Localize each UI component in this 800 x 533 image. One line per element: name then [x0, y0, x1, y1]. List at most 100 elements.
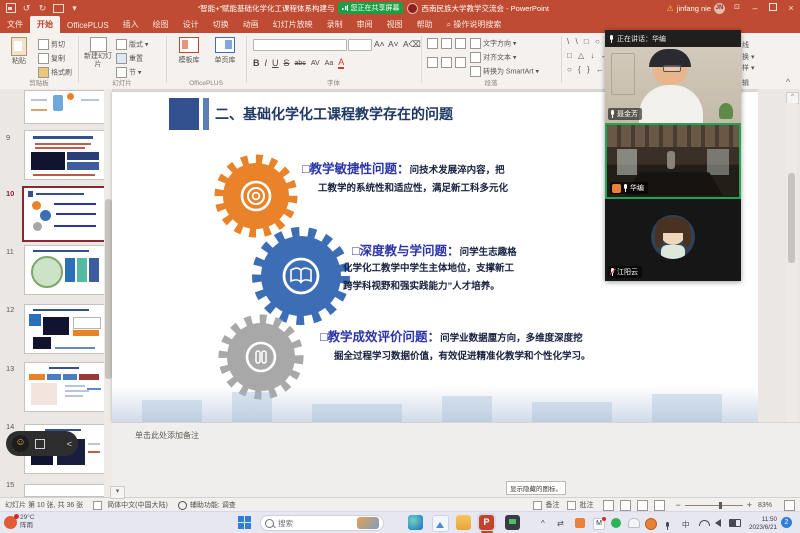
tab-insert[interactable]: 插入 — [116, 16, 146, 33]
new-slide-button[interactable]: 新建幻灯片 — [83, 37, 113, 68]
mail-tray-icon[interactable]: M — [593, 518, 605, 530]
microphone-tray-icon[interactable] — [665, 517, 670, 533]
change-case-button[interactable]: Aa — [325, 60, 334, 67]
page-library-button[interactable]: 单页库 — [208, 37, 242, 65]
notification-badge[interactable]: 2 — [781, 517, 792, 528]
edge-icon[interactable] — [408, 515, 423, 530]
normal-view-icon[interactable] — [603, 500, 614, 511]
video-tile-2-active[interactable]: 华编 — [605, 123, 741, 199]
smartart-button[interactable]: 转换为 SmartArt ▾ — [470, 66, 539, 77]
font-size-combobox[interactable] — [348, 39, 372, 51]
tab-review[interactable]: 审阅 — [350, 16, 380, 33]
tab-slideshow[interactable]: 幻灯片放映 — [266, 16, 320, 33]
tab-draw[interactable]: 绘图 — [146, 16, 176, 33]
thumbnail-slide-11[interactable] — [24, 245, 106, 295]
clock[interactable]: 11:50 2023/6/21 — [745, 516, 777, 532]
thumbnail-slide-15-partial[interactable] — [24, 484, 106, 497]
slide-scrollbar[interactable] — [786, 103, 797, 422]
wifi-icon[interactable] — [699, 520, 710, 526]
tab-help[interactable]: 帮助 — [410, 16, 440, 33]
bold-button[interactable]: B — [253, 58, 260, 68]
fit-slide-icon[interactable] — [784, 500, 795, 511]
undo-icon[interactable]: ↺ — [21, 3, 32, 14]
shapes-gallery-row3[interactable]: ○ { } ← — [567, 65, 606, 74]
meeting-video-panel[interactable]: 正在讲话：华编 聂金芳 华编 — [605, 30, 741, 281]
tab-design[interactable]: 设计 — [176, 16, 206, 33]
video-tile-3[interactable]: 江阳云 — [605, 199, 741, 281]
align-text-button[interactable]: 对齐文本 ▾ — [470, 52, 516, 63]
zoom-in-icon[interactable]: + — [747, 500, 752, 510]
tab-animations[interactable]: 动画 — [236, 16, 266, 33]
slide-counter[interactable]: 幻灯片 第 10 张, 共 36 张 — [5, 500, 83, 510]
align-left-icon[interactable] — [427, 57, 438, 68]
file-explorer-icon[interactable] — [456, 515, 471, 530]
tell-me-search[interactable]: ⌕ 操作说明搜索 — [440, 16, 509, 33]
copy-button[interactable]: 复制 — [38, 53, 65, 64]
thumbnail-slide-10-selected[interactable] — [22, 186, 110, 242]
meeting-floating-toolbar[interactable]: ☺ < — [6, 431, 78, 456]
video-tile-1[interactable]: 聂金芳 — [605, 47, 741, 123]
text-direction-button[interactable]: 文字方向 ▾ — [470, 38, 516, 49]
bullets-icon[interactable] — [427, 38, 438, 49]
zoom-slider[interactable] — [685, 505, 743, 506]
slide-sorter-view-icon[interactable] — [620, 500, 631, 511]
close-button[interactable]: × — [782, 0, 800, 16]
cut-button[interactable]: 剪切 — [38, 39, 65, 50]
zoom-out-icon[interactable]: − — [675, 500, 680, 510]
collapse-ribbon-icon[interactable]: ^ — [786, 77, 790, 87]
share-tools-icon[interactable] — [35, 439, 45, 449]
start-button[interactable] — [238, 516, 251, 529]
reading-view-icon[interactable] — [637, 500, 648, 511]
thumbnail-slide-12[interactable] — [24, 304, 106, 354]
accessibility-status[interactable]: 辅助功能: 调查 — [190, 500, 236, 510]
font-name-combobox[interactable] — [253, 39, 347, 51]
tab-officeplus[interactable]: OfficePLUS — [60, 18, 116, 33]
account-name[interactable]: jinfang nie — [677, 4, 711, 13]
screen-share-icon[interactable] — [505, 515, 520, 530]
template-library-button[interactable]: 模板库 — [172, 37, 206, 65]
strikethrough-button[interactable]: S — [284, 58, 290, 68]
reaction-emoji-icon[interactable]: ☺ — [12, 435, 29, 452]
taskbar-search[interactable]: 搜索 — [260, 515, 384, 531]
align-center-icon[interactable] — [441, 57, 452, 68]
spellcheck-icon[interactable] — [93, 501, 102, 510]
warning-icon[interactable]: ⚠ — [667, 4, 674, 13]
clear-format-button[interactable]: A⌫ — [403, 39, 421, 50]
shapes-gallery-row1[interactable]: \ \ □ ○ — [567, 37, 602, 46]
tab-file[interactable]: 文件 — [0, 16, 30, 33]
numbering-icon[interactable] — [441, 38, 452, 49]
volume-icon[interactable] — [715, 519, 721, 527]
thumbnail-slide-13[interactable] — [24, 362, 106, 412]
collapse-toolbar-icon[interactable]: < — [67, 439, 72, 449]
thumbnail-scrollbar[interactable] — [104, 89, 112, 497]
save-icon[interactable] — [6, 3, 16, 13]
camera-tray-icon[interactable] — [645, 518, 657, 530]
battery-icon[interactable] — [729, 519, 741, 527]
thumbnail-pane-dropdown-icon[interactable]: ▾ — [110, 486, 125, 499]
shrink-font-button[interactable]: A˅ — [388, 39, 399, 49]
slideshow-quick-icon[interactable] — [53, 4, 64, 13]
wechat-icon[interactable] — [611, 518, 621, 528]
redo-icon[interactable]: ↻ — [37, 3, 48, 14]
indent-icon[interactable] — [455, 38, 466, 49]
tab-home[interactable]: 开始 — [30, 16, 60, 33]
weather-widget[interactable]: 29°C 阵雨 — [4, 514, 35, 530]
tab-record[interactable]: 录制 — [320, 16, 350, 33]
hidden-icons-chevron[interactable]: ^ — [541, 519, 545, 528]
ime-indicator[interactable]: 中 — [682, 519, 690, 530]
powerpoint-taskbar-icon[interactable]: P — [479, 515, 494, 530]
underline-button[interactable]: U — [272, 58, 279, 68]
tab-view[interactable]: 视图 — [380, 16, 410, 33]
quick-access-dropdown-icon[interactable]: ▾ — [69, 3, 80, 14]
account-avatar[interactable]: JN — [714, 3, 725, 14]
paste-button[interactable]: 粘贴 — [6, 37, 32, 66]
zoom-percent[interactable]: 83% — [758, 502, 778, 509]
italic-button[interactable]: I — [265, 58, 268, 68]
wechat-work-icon[interactable] — [575, 518, 585, 528]
ribbon-display-options-icon[interactable]: ⊡ — [728, 0, 746, 16]
notes-pane[interactable]: 单击此处添加备注 — [112, 422, 800, 498]
align-right-icon[interactable] — [455, 57, 466, 68]
notes-placeholder[interactable]: 单击此处添加备注 — [135, 430, 199, 441]
thumbnail-slide-8-partial[interactable] — [24, 90, 106, 124]
photos-icon[interactable] — [432, 515, 449, 532]
